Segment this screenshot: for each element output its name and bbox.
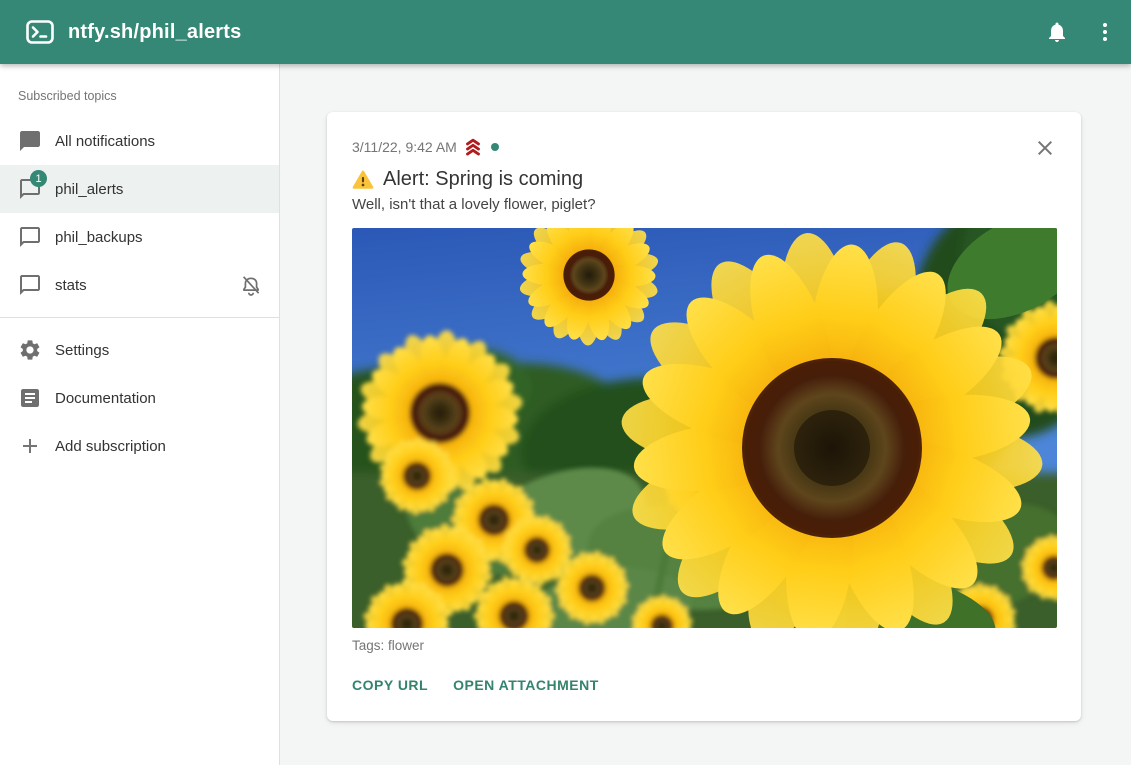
app-bar: ntfy.sh/phil_alerts (0, 0, 1131, 64)
plus-icon (18, 434, 42, 458)
document-icon (18, 386, 42, 410)
timestamp: 3/11/22, 9:42 AM (352, 139, 457, 155)
card-actions: COPY URL OPEN ATTACHMENT (352, 677, 1057, 693)
copy-url-button[interactable]: COPY URL (352, 677, 428, 693)
bell-off-icon (239, 273, 263, 297)
topic-label: stats (55, 277, 87, 294)
sidebar-item-all-notifications[interactable]: All notifications (0, 117, 279, 165)
chat-bubble-filled-icon (18, 129, 42, 153)
unread-count-badge: 1 (30, 170, 47, 187)
overflow-menu-icon[interactable] (1093, 20, 1117, 44)
subscribed-topics-label: Subscribed topics (18, 89, 261, 103)
notification-title-row: Alert: Spring is coming (352, 168, 1057, 191)
menu-label: Add subscription (55, 438, 166, 455)
terminal-logo-icon (26, 20, 54, 44)
sidebar-item-stats[interactable]: stats (0, 261, 279, 309)
sidebar-item-documentation[interactable]: Documentation (0, 374, 279, 422)
close-button[interactable] (1033, 136, 1057, 160)
bell-icon[interactable] (1045, 20, 1069, 44)
chat-bubble-outline-icon (18, 225, 42, 249)
sidebar-item-settings[interactable]: Settings (0, 326, 279, 374)
sidebar: Subscribed topics All notifications 1 ph… (0, 64, 280, 765)
sidebar-item-phil-backups[interactable]: phil_backups (0, 213, 279, 261)
app-title: ntfy.sh/phil_alerts (68, 21, 241, 44)
topic-label: phil_alerts (55, 181, 123, 198)
main-content: 3/11/22, 9:42 AM Alert: Spring is coming (280, 64, 1131, 765)
warning-emoji-icon (352, 169, 374, 191)
unread-dot (491, 143, 499, 151)
notification-tags: Tags: flower (352, 638, 1057, 653)
gear-icon (18, 338, 42, 362)
notification-body: Well, isn't that a lovely flower, piglet… (352, 196, 1057, 213)
priority-5-icon (462, 136, 484, 158)
topic-label: All notifications (55, 133, 155, 150)
chat-bubble-outline-icon: 1 (18, 177, 42, 201)
sidebar-item-phil-alerts[interactable]: 1 phil_alerts (0, 165, 279, 213)
topic-label: phil_backups (55, 229, 143, 246)
menu-label: Documentation (55, 390, 156, 407)
open-attachment-button[interactable]: OPEN ATTACHMENT (453, 677, 599, 693)
menu-label: Settings (55, 342, 109, 359)
attachment-image[interactable] (352, 228, 1057, 628)
card-header: 3/11/22, 9:42 AM (352, 136, 1057, 160)
notification-title: Alert: Spring is coming (383, 168, 583, 191)
sidebar-item-add-subscription[interactable]: Add subscription (0, 422, 279, 470)
chat-bubble-outline-icon (18, 273, 42, 297)
notification-card: 3/11/22, 9:42 AM Alert: Spring is coming (327, 112, 1081, 721)
sidebar-divider (0, 317, 279, 318)
